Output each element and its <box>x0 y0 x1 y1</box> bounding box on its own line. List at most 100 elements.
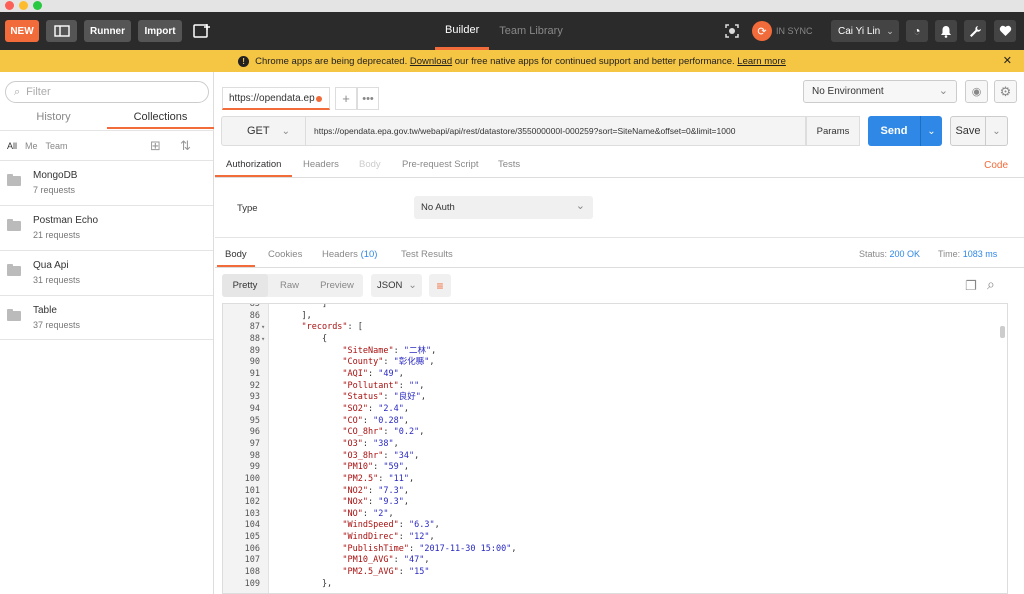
generate-code-link[interactable]: Code <box>984 160 1008 171</box>
filter-input[interactable]: ⌕ Filter <box>5 81 209 103</box>
tab-pre-request-script[interactable]: Pre-request Script <box>402 159 479 170</box>
code-line: 91 "AQI": "49", <box>223 368 1007 381</box>
sidebar: ⌕ Filter History Collections All Me Team… <box>0 72 214 594</box>
line-number: 86 <box>249 310 260 321</box>
wrap-lines-button[interactable]: ≡ <box>429 274 451 297</box>
view-mode-group: Pretty Raw Preview <box>222 274 363 297</box>
close-window-button[interactable] <box>5 1 14 10</box>
learn-more-link[interactable]: Learn more <box>737 56 786 67</box>
collection-count: 31 requests <box>33 275 81 285</box>
line-number: 91 <box>249 368 260 379</box>
code-text: "records": [ <box>301 322 363 333</box>
view-pretty-button[interactable]: Pretty <box>222 274 268 297</box>
collection-item[interactable]: Postman Echo 21 requests <box>0 205 213 250</box>
tab-team-library[interactable]: Team Library <box>489 12 573 50</box>
code-text: "O3_8hr": "34", <box>342 450 420 461</box>
method-value: GET <box>247 125 270 137</box>
interceptor-icon[interactable] <box>722 21 742 41</box>
collection-name: Postman Echo <box>33 215 99 226</box>
code-line: 108 "PM2.5_AVG": "15" <box>223 567 1007 579</box>
search-icon: ⌕ <box>14 85 21 98</box>
view-raw-button[interactable]: Raw <box>268 274 311 297</box>
request-tab[interactable]: https://opendata.ep <box>222 87 330 110</box>
close-icon[interactable]: ✕ <box>1003 54 1012 67</box>
settings-button[interactable] <box>964 20 986 42</box>
code-line: 85 ] <box>223 304 1007 311</box>
save-button[interactable]: Save <box>950 116 986 146</box>
import-button[interactable]: Import <box>138 20 182 42</box>
code-line: 92 "Pollutant": "", <box>223 381 1007 393</box>
user-menu-button[interactable]: Cai Yi Lin ⌄ <box>831 20 899 42</box>
tab-tests[interactable]: Tests <box>498 159 520 170</box>
tab-response-headers[interactable]: Headers (10) <box>322 249 377 260</box>
folder-icon <box>7 174 21 186</box>
download-link[interactable]: Download <box>410 56 452 67</box>
code-text: "CO_8hr": "0.2", <box>342 427 425 438</box>
sidebar-layout-icon <box>53 25 70 37</box>
sync-status[interactable]: ⟳ IN SYNC <box>752 21 813 41</box>
favorite-button[interactable] <box>994 20 1016 42</box>
response-body-editor[interactable]: 85 ] 86 ], 87 ▾ "records": [88 ▾ {89 "SiteNa… <box>222 303 1008 594</box>
authorization-panel: Type No Auth ⌄ <box>215 178 1024 238</box>
view-preview-button[interactable]: Preview <box>311 274 363 297</box>
tab-builder[interactable]: Builder <box>435 12 490 50</box>
new-button[interactable]: NEW <box>5 20 39 42</box>
new-collection-icon[interactable]: ⊞ <box>150 138 161 154</box>
new-window-button[interactable] <box>188 20 216 42</box>
collection-count: 21 requests <box>33 230 81 240</box>
send-button[interactable]: Send <box>868 116 920 146</box>
toggle-sidebar-button[interactable] <box>46 20 77 42</box>
filter-all[interactable]: All <box>7 141 17 151</box>
environment-quick-look-button[interactable]: ◉ <box>965 80 988 103</box>
params-button[interactable]: Params <box>806 116 860 146</box>
tab-cookies[interactable]: Cookies <box>268 249 302 260</box>
collection-count: 7 requests <box>33 185 76 195</box>
filter-me[interactable]: Me <box>25 141 38 151</box>
code-text: "PM2.5": "11", <box>342 473 415 484</box>
method-select[interactable]: GET ⌄ <box>221 116 306 146</box>
satellite-button[interactable]: ◔ <box>906 20 928 42</box>
chevron-down-icon: ⌄ <box>992 125 1001 137</box>
line-number: 108 <box>244 567 260 578</box>
collection-filter-row: All Me Team ⊞ ⇅ <box>0 130 214 160</box>
tab-response-body[interactable]: Body <box>225 249 247 260</box>
add-tab-button[interactable]: + <box>335 87 357 110</box>
tab-test-results[interactable]: Test Results <box>401 249 453 260</box>
code-line: 100 "PM2.5": "11", <box>223 473 1007 486</box>
collection-item[interactable]: Qua Api 31 requests <box>0 250 213 295</box>
tab-authorization[interactable]: Authorization <box>226 159 281 170</box>
code-text: "O3": "38", <box>342 438 399 449</box>
filter-team[interactable]: Team <box>46 141 68 151</box>
line-number: 100 <box>244 473 260 484</box>
format-select[interactable]: JSON ⌄ <box>371 274 422 297</box>
tab-history[interactable]: History <box>0 107 107 129</box>
save-options-button[interactable]: ⌄ <box>986 116 1008 146</box>
line-number: 95 <box>249 415 260 426</box>
minimize-window-button[interactable] <box>19 1 28 10</box>
tab-body[interactable]: Body <box>359 159 381 170</box>
format-value: JSON <box>377 280 403 291</box>
tab-headers[interactable]: Headers <box>303 159 339 170</box>
auth-type-select[interactable]: No Auth ⌄ <box>414 196 593 219</box>
runner-button[interactable]: Runner <box>84 20 131 42</box>
deprecation-banner: ! Chrome apps are being deprecated. Down… <box>0 50 1024 72</box>
line-number: 105 <box>244 532 260 543</box>
fold-toggle-icon[interactable]: ▾ <box>261 322 265 334</box>
search-icon[interactable]: ⌕ <box>987 276 995 293</box>
collection-item[interactable]: MongoDB 7 requests <box>0 160 213 205</box>
copy-icon[interactable]: ❐ <box>965 278 977 294</box>
notifications-button[interactable] <box>935 20 957 42</box>
url-input[interactable]: https://opendata.epa.gov.tw/webapi/api/r… <box>306 116 806 146</box>
sort-icon[interactable]: ⇅ <box>180 138 191 154</box>
more-tabs-button[interactable]: ••• <box>357 87 379 110</box>
editor-scrollbar[interactable] <box>1000 326 1005 338</box>
send-options-button[interactable]: ⌄ <box>920 116 942 146</box>
collection-name: Qua Api <box>33 260 69 271</box>
manage-environments-button[interactable]: ⚙ <box>994 80 1017 103</box>
zoom-window-button[interactable] <box>33 1 42 10</box>
tab-collections[interactable]: Collections <box>107 107 214 129</box>
fold-toggle-icon[interactable]: ▾ <box>261 334 265 346</box>
environment-select[interactable]: No Environment ⌄ <box>803 80 957 103</box>
code-text: "Status": "良好", <box>342 392 426 403</box>
collection-item[interactable]: Table 37 requests <box>0 295 213 340</box>
